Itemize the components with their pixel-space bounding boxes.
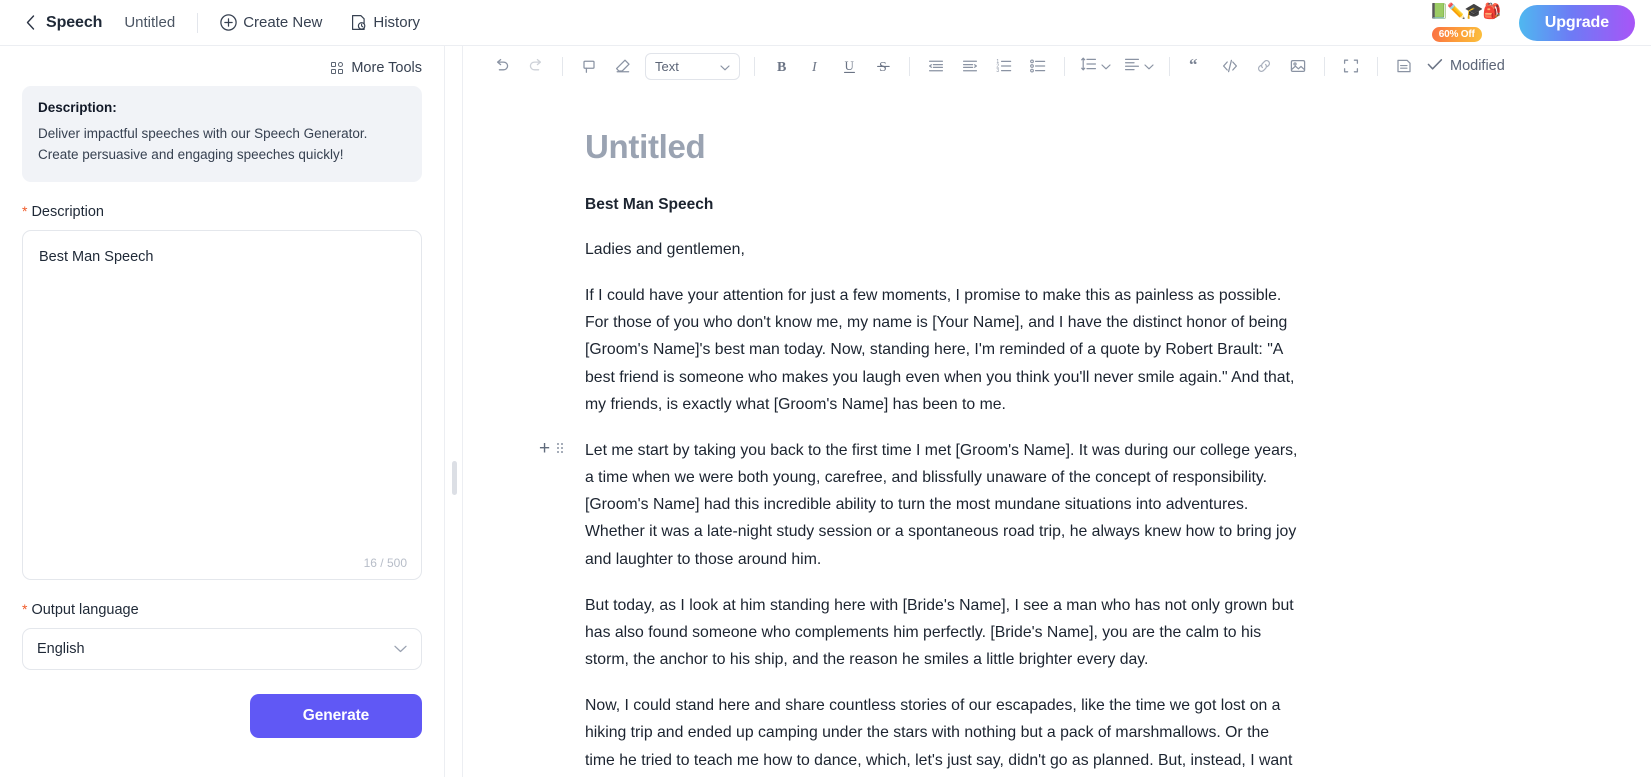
- document-paragraph[interactable]: Now, I could stand here and share countl…: [585, 692, 1303, 777]
- chevron-down-icon: [720, 59, 730, 74]
- toolbar-separator: [1169, 56, 1170, 76]
- tool-description-title: Description:: [38, 100, 117, 115]
- drag-block-icon[interactable]: [557, 443, 564, 454]
- splitter-drag-handle[interactable]: [452, 461, 457, 495]
- chevron-down-icon: [394, 645, 407, 653]
- ordered-list-icon[interactable]: 123: [987, 49, 1021, 83]
- svg-text:S: S: [879, 60, 887, 75]
- check-icon: [1427, 58, 1443, 75]
- add-block-icon[interactable]: +: [539, 439, 550, 458]
- plus-circle-icon: [220, 14, 237, 31]
- toolbar-separator: [754, 56, 755, 76]
- language-label-text: Output language: [31, 601, 139, 618]
- history-document-icon: [350, 14, 367, 31]
- promo-banner[interactable]: 📗✏️🎓🎒 60% Off: [1429, 1, 1501, 45]
- editor-toolbar: Text B I U S 1 2 3 “ Modified: [463, 46, 1651, 86]
- block-handles: +: [539, 439, 564, 458]
- more-tools-label: More Tools: [351, 60, 422, 76]
- strikethrough-button[interactable]: S: [866, 49, 900, 83]
- toolbar-separator: [1064, 56, 1065, 76]
- required-asterisk: *: [22, 202, 28, 219]
- toolbar-separator: [562, 56, 563, 76]
- svg-text:3: 3: [996, 68, 999, 74]
- text-style-value: Text: [655, 58, 679, 74]
- breadcrumb-app-name[interactable]: Speech: [46, 14, 102, 32]
- align-left-icon: [1123, 55, 1141, 78]
- line-height-button[interactable]: [1074, 49, 1117, 83]
- description-field-label: * Description: [22, 204, 422, 220]
- history-button[interactable]: History: [350, 14, 420, 31]
- line-height-icon: [1080, 55, 1098, 78]
- svg-text:U: U: [844, 58, 854, 73]
- output-language-value: English: [37, 640, 85, 657]
- document-paragraph-text: Let me start by taking you back to the f…: [585, 441, 1298, 568]
- indent-icon[interactable]: [953, 49, 987, 83]
- history-label: History: [373, 14, 421, 31]
- svg-text:“: “: [1189, 57, 1198, 74]
- more-tools-row: More Tools: [22, 46, 422, 86]
- redo-icon[interactable]: [519, 49, 553, 83]
- document-heading[interactable]: Best Man Speech: [585, 196, 1303, 214]
- underline-button[interactable]: U: [832, 49, 866, 83]
- save-status-label: Modified: [1450, 58, 1505, 74]
- toolbar-separator: [1324, 56, 1325, 76]
- document-title[interactable]: Untitled: [585, 128, 1303, 166]
- toolbar-separator: [909, 56, 910, 76]
- text-style-select[interactable]: Text: [645, 52, 740, 80]
- svg-text:I: I: [811, 60, 818, 75]
- document-body[interactable]: Untitled Best Man Speech Ladies and gent…: [463, 86, 1363, 777]
- italic-button[interactable]: I: [798, 49, 832, 83]
- chevron-down-icon: [1144, 57, 1154, 75]
- toolbar-separator: [1377, 56, 1378, 76]
- document-paragraph[interactable]: If I could have your attention for just …: [585, 282, 1303, 418]
- comment-icon[interactable]: [572, 49, 606, 83]
- create-new-label: Create New: [243, 14, 323, 31]
- promo-emoji-icons: 📗✏️🎓🎒: [1429, 2, 1501, 20]
- create-new-button[interactable]: Create New: [220, 14, 322, 31]
- generate-button[interactable]: Generate: [250, 693, 422, 738]
- bold-button[interactable]: B: [764, 49, 798, 83]
- description-input-wrapper: 16 / 500: [22, 229, 422, 580]
- breadcrumb-doc-name[interactable]: Untitled: [124, 14, 175, 31]
- required-asterisk: *: [22, 600, 28, 617]
- document-paragraph[interactable]: + Let me start by taking you back to the…: [539, 437, 1303, 573]
- topbar-right-group: 📗✏️🎓🎒 60% Off Upgrade: [1429, 1, 1635, 45]
- language-field-label: * Output language: [22, 602, 422, 618]
- document-paragraph[interactable]: But today, as I look at him standing her…: [585, 592, 1303, 673]
- undo-icon[interactable]: [485, 49, 519, 83]
- outdent-icon[interactable]: [919, 49, 953, 83]
- code-icon[interactable]: [1213, 49, 1247, 83]
- align-button[interactable]: [1117, 49, 1160, 83]
- description-label-text: Description: [31, 203, 104, 220]
- bullet-list-icon[interactable]: [1021, 49, 1055, 83]
- more-tools-button[interactable]: More Tools: [330, 60, 422, 76]
- output-language-select[interactable]: English: [22, 627, 422, 670]
- left-form-panel: More Tools Description: Deliver impactfu…: [0, 46, 444, 777]
- generate-row: Generate: [22, 693, 422, 738]
- document-editor: Text B I U S 1 2 3 “ Modified Untitled B…: [463, 46, 1651, 777]
- tool-description-card: Description: Deliver impactful speeches …: [22, 86, 422, 182]
- main-content: More Tools Description: Deliver impactfu…: [0, 46, 1651, 777]
- save-status: Modified: [1427, 58, 1505, 75]
- breadcrumb-divider: [197, 12, 199, 33]
- document-scroll-area[interactable]: Untitled Best Man Speech Ladies and gent…: [463, 86, 1651, 777]
- description-char-counter: 16 / 500: [363, 555, 407, 570]
- image-icon[interactable]: [1281, 49, 1315, 83]
- promo-discount-badge: 60% Off: [1430, 25, 1483, 43]
- link-icon[interactable]: [1247, 49, 1281, 83]
- panel-splitter[interactable]: [444, 46, 463, 777]
- chevron-down-icon: [1101, 57, 1111, 75]
- grid-icon: [330, 61, 344, 75]
- upgrade-button[interactable]: Upgrade: [1518, 4, 1635, 41]
- description-input[interactable]: [23, 230, 421, 579]
- eraser-icon[interactable]: [606, 49, 640, 83]
- quote-icon[interactable]: “: [1179, 49, 1213, 83]
- save-icon[interactable]: [1387, 49, 1421, 83]
- svg-text:B: B: [777, 60, 786, 75]
- top-bar: Speech Untitled Create New History 📗✏️🎓🎒…: [0, 0, 1651, 46]
- document-paragraph[interactable]: Ladies and gentlemen,: [585, 236, 1303, 263]
- tool-description-body: Deliver impactful speeches with our Spee…: [38, 126, 368, 162]
- back-chevron-icon[interactable]: [22, 15, 38, 31]
- fullscreen-icon[interactable]: [1334, 49, 1368, 83]
